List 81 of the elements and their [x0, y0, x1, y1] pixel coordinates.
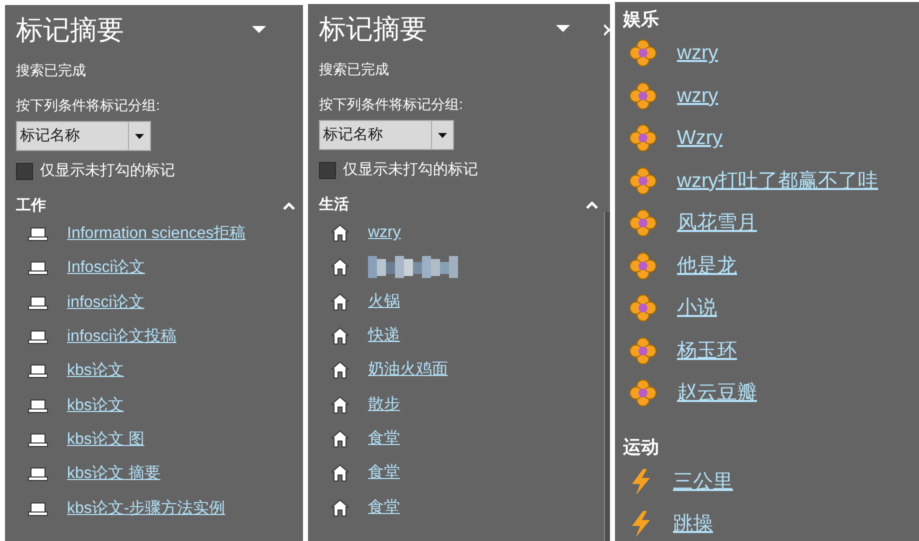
note-link[interactable]: 赵云豆瓣: [677, 378, 757, 408]
note-link[interactable]: kbs论文-步骤方法实例: [67, 496, 226, 521]
note-link[interactable]: 三公里: [673, 466, 733, 497]
group-by-dropdown[interactable]: 标记名称: [16, 121, 151, 151]
laptop-icon: [28, 432, 48, 447]
note-link[interactable]: 风花雪月: [677, 208, 757, 238]
laptop-icon: [28, 330, 48, 344]
house-icon: [331, 464, 349, 482]
status-text: 搜索已完成: [319, 62, 390, 76]
note-link[interactable]: kbs论文 图: [67, 428, 144, 452]
panel-title: 标记摘要: [16, 16, 124, 44]
checkbox[interactable]: [16, 162, 33, 180]
collapse-chevron-icon[interactable]: [586, 201, 598, 209]
note-link[interactable]: kbs论文: [67, 394, 124, 418]
flower-icon: [629, 124, 657, 152]
note-link[interactable]: 杨玉环: [677, 336, 737, 366]
group-by-dropdown[interactable]: 标记名称: [319, 120, 454, 150]
house-icon: [331, 258, 349, 276]
lightning-icon: [629, 510, 653, 538]
laptop-icon: [28, 467, 48, 482]
lightning-icon: [629, 468, 653, 496]
note-link[interactable]: 奶油火鸡面: [368, 358, 448, 382]
note-link[interactable]: infosci论文投稿: [67, 325, 176, 350]
note-link[interactable]: wzry打吐了都赢不了哇: [677, 166, 878, 196]
note-link[interactable]: 食堂: [368, 496, 400, 520]
flower-icon: [629, 294, 657, 322]
house-icon: [331, 396, 349, 414]
laptop-icon: [28, 502, 48, 516]
note-link[interactable]: kbs论文 摘要: [67, 462, 160, 486]
section-title: 工作: [16, 196, 46, 216]
laptop-icon: [28, 227, 48, 242]
note-link[interactable]: 散步: [368, 392, 400, 417]
dropdown-caret-icon[interactable]: [252, 26, 266, 34]
note-link[interactable]: 食堂: [368, 461, 400, 486]
note-link[interactable]: Infosci论文: [67, 256, 146, 280]
note-link[interactable]: wzry: [368, 221, 401, 246]
note-link[interactable]: 他是龙: [677, 250, 737, 281]
note-link[interactable]: 跳操: [673, 509, 713, 540]
flower-icon: [629, 379, 657, 408]
house-icon: [331, 292, 349, 311]
group-by-label: 按下列条件将标记分组:: [16, 98, 161, 112]
flower-icon: [629, 166, 657, 195]
dropdown-caret-icon[interactable]: [556, 25, 570, 33]
house-icon: [331, 224, 349, 242]
laptop-icon: [28, 398, 48, 413]
close-icon[interactable]: [604, 24, 610, 36]
note-link[interactable]: 火锅: [368, 290, 400, 314]
caret-icon: [135, 134, 144, 138]
scrollbar[interactable]: [604, 212, 610, 541]
checkbox[interactable]: [319, 162, 336, 178]
collapse-chevron-icon[interactable]: [283, 202, 295, 210]
laptop-icon: [28, 364, 48, 378]
note-link[interactable]: infosci论文: [67, 290, 144, 315]
house-icon: [331, 498, 349, 517]
panel-title: 标记摘要: [319, 16, 427, 42]
flower-icon: [629, 336, 657, 365]
laptop-icon: [28, 261, 48, 276]
section-title: 娱乐: [623, 8, 659, 30]
note-link[interactable]: 食堂: [368, 426, 400, 451]
flower-icon: [629, 252, 657, 280]
checkbox-label: 仅显示未打勾的标记: [40, 160, 175, 181]
note-link[interactable]: wzry: [677, 80, 718, 111]
house-icon: [331, 361, 349, 380]
house-icon: [331, 430, 349, 448]
group-by-label: 按下列条件将标记分组:: [319, 97, 464, 111]
note-link[interactable]: kbs论文: [67, 359, 124, 384]
checkbox-label: 仅显示未打勾的标记: [343, 160, 478, 180]
note-link[interactable]: Wzry: [677, 123, 723, 154]
section-title: 生活: [319, 194, 349, 215]
status-text: 搜索已完成: [16, 63, 87, 77]
note-link[interactable]: Information sciences拒稿: [67, 222, 246, 246]
note-link[interactable]: wzry: [677, 38, 718, 68]
section-title: 运动: [623, 436, 659, 459]
caret-icon: [438, 132, 447, 138]
laptop-icon: [28, 296, 48, 310]
house-icon: [331, 327, 349, 346]
flower-icon: [629, 209, 657, 238]
note-link[interactable]: 快递: [368, 324, 400, 348]
flower-icon: [629, 39, 657, 68]
note-link[interactable]: 小说: [677, 293, 717, 324]
flower-icon: [629, 82, 657, 110]
